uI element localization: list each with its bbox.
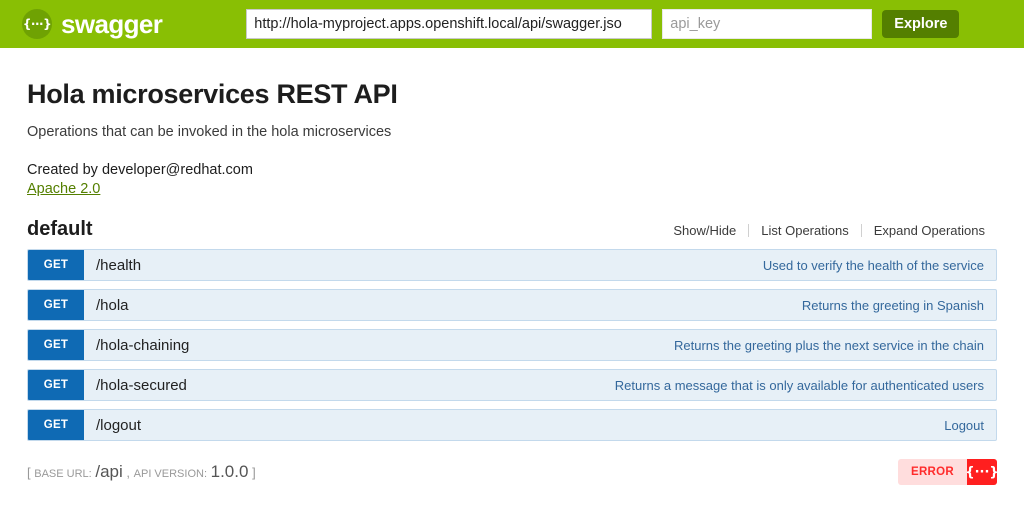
http-method-badge[interactable]: GET xyxy=(28,330,84,360)
open-bracket: [ xyxy=(27,465,31,480)
api-description: Operations that can be invoked in the ho… xyxy=(27,124,997,140)
operation-summary[interactable]: Returns the greeting in Spanish xyxy=(129,290,996,320)
operation-path[interactable]: /health xyxy=(84,250,141,280)
spec-url-form: Explore xyxy=(246,9,959,39)
http-method-badge[interactable]: GET xyxy=(28,290,84,320)
base-url-value: /api xyxy=(95,462,122,481)
resource-name[interactable]: default xyxy=(27,218,93,241)
operation-row[interactable]: GET /hola-secured Returns a message that… xyxy=(27,369,997,401)
swagger-braces-icon: {···} xyxy=(22,9,52,39)
api-key-input[interactable] xyxy=(662,9,872,39)
operation-row[interactable]: GET /health Used to verify the health of… xyxy=(27,249,997,281)
swagger-brand[interactable]: {···} swagger xyxy=(22,9,162,40)
http-method-badge[interactable]: GET xyxy=(28,370,84,400)
api-version-label: api version: xyxy=(134,468,207,480)
list-operations-link[interactable]: List Operations xyxy=(749,223,860,238)
status-badge[interactable]: ERROR {···} xyxy=(898,459,997,485)
http-method-badge[interactable]: GET xyxy=(28,250,84,280)
swagger-braces-icon: {···} xyxy=(967,459,997,485)
operation-path[interactable]: /hola xyxy=(84,290,129,320)
close-bracket: ] xyxy=(252,465,256,480)
swagger-url-input[interactable] xyxy=(246,9,652,39)
operations-list: GET /health Used to verify the health of… xyxy=(27,249,997,441)
operation-path[interactable]: /hola-chaining xyxy=(84,330,189,360)
license-link[interactable]: Apache 2.0 xyxy=(27,181,100,197)
footer: [ base url: /api , api version: 1.0.0 ] … xyxy=(27,452,997,492)
operation-summary[interactable]: Used to verify the health of the service xyxy=(141,250,996,280)
operation-row[interactable]: GET /hola Returns the greeting in Spanis… xyxy=(27,289,997,321)
base-url-info: [ base url: /api , api version: 1.0.0 ] xyxy=(27,462,256,482)
operation-summary[interactable]: Logout xyxy=(141,410,996,440)
show-hide-link[interactable]: Show/Hide xyxy=(661,223,748,238)
resource-options: Show/Hide List Operations Expand Operati… xyxy=(661,223,997,238)
brand-label: swagger xyxy=(61,9,162,40)
operation-summary[interactable]: Returns the greeting plus the next servi… xyxy=(189,330,996,360)
header-bar: {···} swagger Explore xyxy=(0,0,1024,48)
comma-separator: , xyxy=(126,465,130,480)
operation-summary[interactable]: Returns a message that is only available… xyxy=(187,370,996,400)
base-url-label: base url: xyxy=(34,468,91,480)
status-badge-label: ERROR xyxy=(898,459,967,485)
resource-header: default Show/Hide List Operations Expand… xyxy=(27,218,997,241)
operation-row[interactable]: GET /hola-chaining Returns the greeting … xyxy=(27,329,997,361)
page-title: Hola microservices REST API xyxy=(27,79,997,110)
created-by-text: Created by developer@redhat.com xyxy=(27,162,997,178)
http-method-badge[interactable]: GET xyxy=(28,410,84,440)
explore-button[interactable]: Explore xyxy=(882,10,959,38)
operation-path[interactable]: /logout xyxy=(84,410,141,440)
operation-row[interactable]: GET /logout Logout xyxy=(27,409,997,441)
operation-path[interactable]: /hola-secured xyxy=(84,370,187,400)
main-content: Hola microservices REST API Operations t… xyxy=(0,79,1024,492)
api-version-value: 1.0.0 xyxy=(211,462,249,481)
expand-operations-link[interactable]: Expand Operations xyxy=(862,223,997,238)
